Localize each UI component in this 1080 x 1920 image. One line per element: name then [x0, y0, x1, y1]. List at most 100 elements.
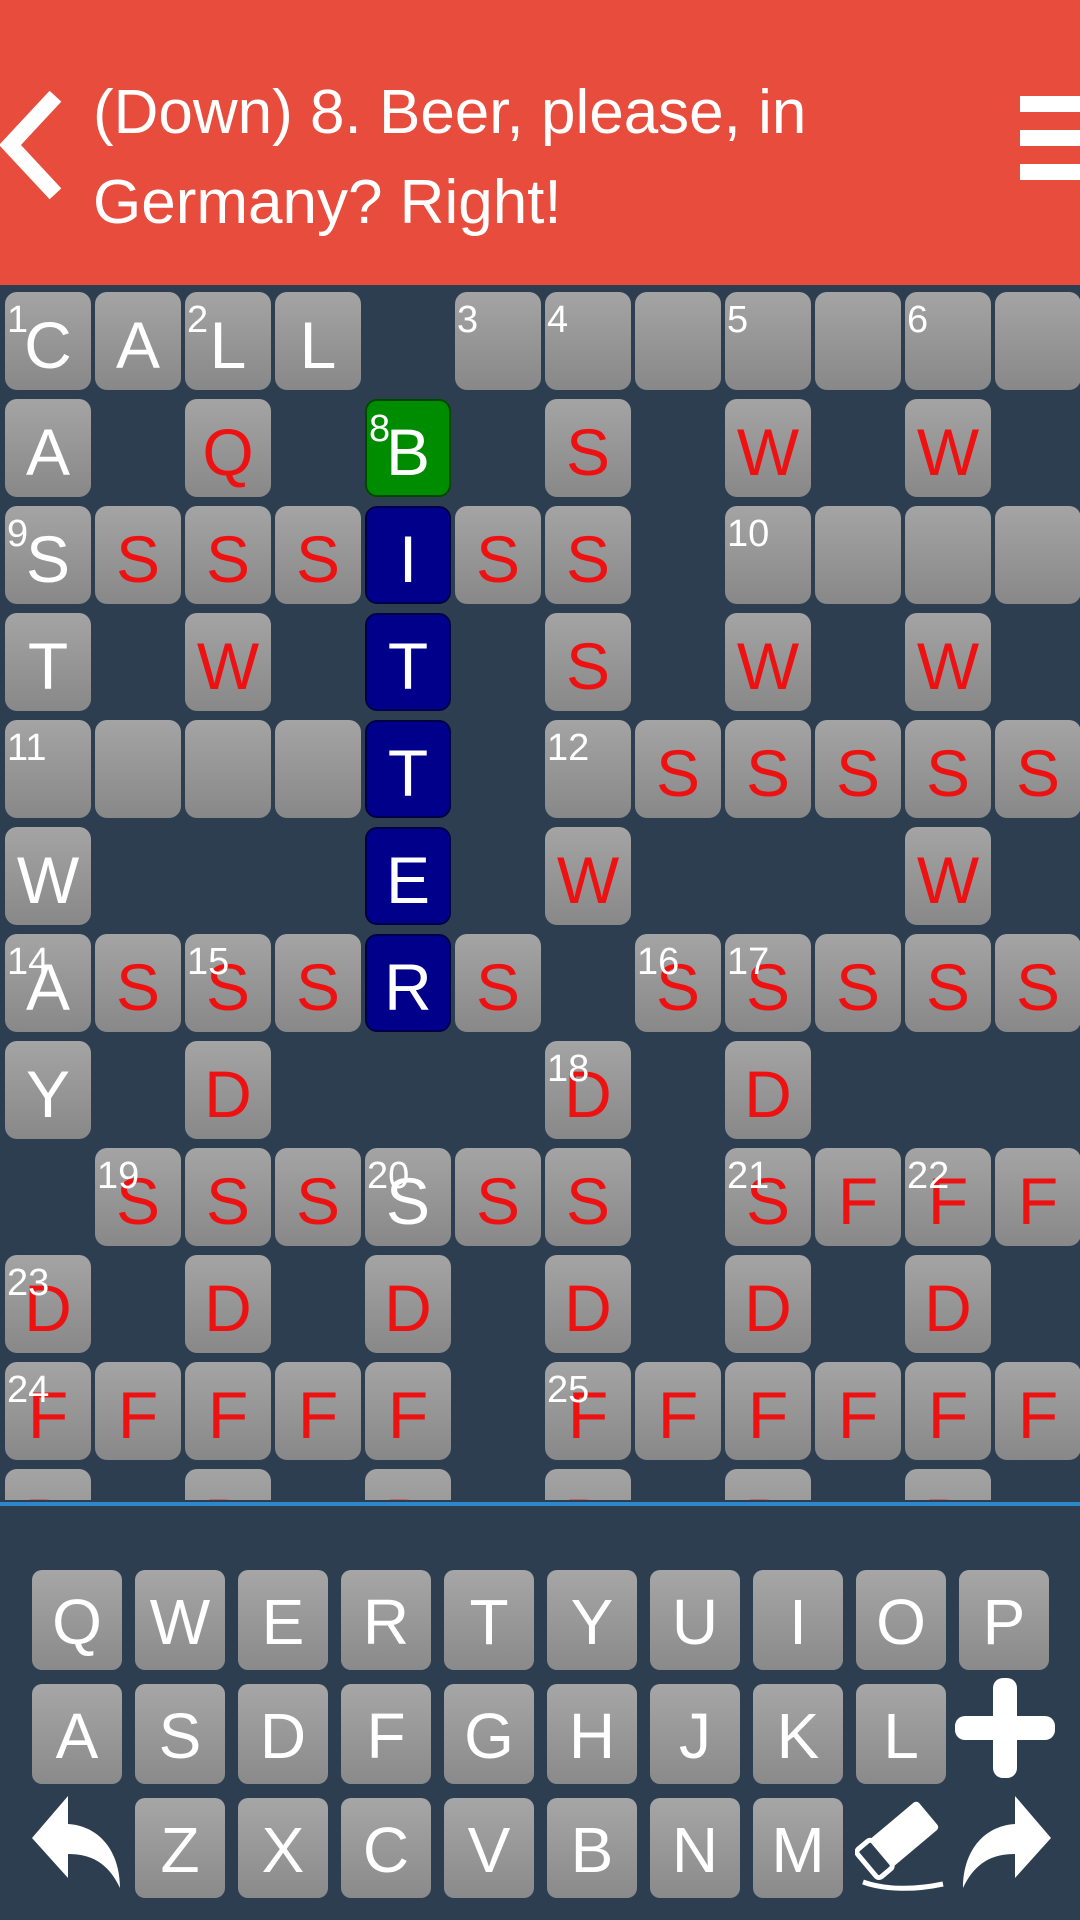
grid-cell[interactable]: F: [815, 1148, 901, 1246]
grid-cell[interactable]: 3: [455, 292, 541, 390]
grid-cell[interactable]: I: [365, 506, 451, 604]
back-button[interactable]: [0, 90, 70, 200]
grid-cell[interactable]: S: [455, 1148, 541, 1246]
grid-cell[interactable]: S: [95, 934, 181, 1032]
grid-cell[interactable]: E: [365, 827, 451, 925]
grid-cell[interactable]: F: [185, 1362, 271, 1460]
grid-cell[interactable]: W: [905, 399, 991, 497]
grid-cell[interactable]: S: [815, 934, 901, 1032]
erase-button[interactable]: [854, 1786, 950, 1896]
grid-cell[interactable]: [815, 506, 901, 604]
grid-cell[interactable]: S: [905, 934, 991, 1032]
grid-cell[interactable]: 5: [725, 292, 811, 390]
key-l[interactable]: L: [856, 1684, 946, 1784]
grid-cell[interactable]: A: [95, 292, 181, 390]
key-s[interactable]: S: [135, 1684, 225, 1784]
grid-cell[interactable]: Y: [5, 1041, 91, 1139]
grid-cell[interactable]: C1: [5, 292, 91, 390]
grid-cell[interactable]: W: [725, 399, 811, 497]
key-d[interactable]: D: [238, 1684, 328, 1784]
grid-cell[interactable]: W: [545, 827, 631, 925]
grid-cell[interactable]: F: [995, 1362, 1080, 1460]
grid-cell[interactable]: 6: [905, 292, 991, 390]
grid-cell[interactable]: D: [905, 1255, 991, 1353]
key-w[interactable]: W: [135, 1570, 225, 1670]
grid-cell[interactable]: S: [185, 1148, 271, 1246]
key-i[interactable]: I: [753, 1570, 843, 1670]
key-e[interactable]: E: [238, 1570, 328, 1670]
grid-cell[interactable]: F: [905, 1362, 991, 1460]
grid-cell[interactable]: D: [545, 1469, 631, 1500]
grid-cell[interactable]: B8: [365, 399, 451, 497]
grid-cell[interactable]: S: [995, 720, 1080, 818]
grid-cell[interactable]: L2: [185, 292, 271, 390]
grid-cell[interactable]: S: [725, 720, 811, 818]
grid-cell[interactable]: S: [185, 506, 271, 604]
grid-cell[interactable]: D: [5, 1469, 91, 1500]
grid-cell[interactable]: D: [365, 1255, 451, 1353]
grid-cell[interactable]: D: [725, 1041, 811, 1139]
grid-cell[interactable]: S 20: [365, 1148, 451, 1246]
key-r[interactable]: R: [341, 1570, 431, 1670]
grid-cell[interactable]: S: [905, 720, 991, 818]
grid-cell[interactable]: A 14: [5, 934, 91, 1032]
grid-cell[interactable]: W: [5, 827, 91, 925]
grid-cell[interactable]: S: [455, 506, 541, 604]
grid-cell[interactable]: D: [185, 1469, 271, 1500]
grid-cell[interactable]: 11: [5, 720, 91, 818]
grid-cell[interactable]: T: [365, 720, 451, 818]
add-button[interactable]: [955, 1678, 1055, 1778]
grid-cell[interactable]: S9: [5, 506, 91, 604]
grid-cell[interactable]: S 15: [185, 934, 271, 1032]
redo-button[interactable]: [955, 1792, 1055, 1892]
grid-cell[interactable]: F 22: [905, 1148, 991, 1246]
key-v[interactable]: V: [444, 1798, 534, 1898]
grid-cell[interactable]: F 25: [545, 1362, 631, 1460]
grid-cell[interactable]: W: [725, 613, 811, 711]
grid-cell[interactable]: F: [725, 1362, 811, 1460]
grid-cell[interactable]: S: [815, 720, 901, 818]
key-n[interactable]: N: [650, 1798, 740, 1898]
grid-cell[interactable]: S: [545, 1148, 631, 1246]
grid-cell[interactable]: S: [635, 720, 721, 818]
grid-cell[interactable]: L: [275, 292, 361, 390]
grid-cell[interactable]: A: [5, 399, 91, 497]
key-k[interactable]: K: [753, 1684, 843, 1784]
grid-cell[interactable]: [635, 292, 721, 390]
grid-cell[interactable]: S: [545, 399, 631, 497]
key-b[interactable]: B: [547, 1798, 637, 1898]
grid-cell[interactable]: S 19: [95, 1148, 181, 1246]
grid-cell[interactable]: 10: [725, 506, 811, 604]
key-x[interactable]: X: [238, 1798, 328, 1898]
key-z[interactable]: Z: [135, 1798, 225, 1898]
grid-cell[interactable]: F: [995, 1148, 1080, 1246]
grid-cell[interactable]: S: [545, 613, 631, 711]
key-f[interactable]: F: [341, 1684, 431, 1784]
grid-cell[interactable]: F: [275, 1362, 361, 1460]
grid-cell[interactable]: [185, 720, 271, 818]
grid-cell[interactable]: F: [635, 1362, 721, 1460]
grid-cell[interactable]: 12: [545, 720, 631, 818]
grid-cell[interactable]: [995, 292, 1080, 390]
grid-cell[interactable]: [815, 292, 901, 390]
grid-cell[interactable]: F: [815, 1362, 901, 1460]
grid-cell[interactable]: D: [725, 1255, 811, 1353]
key-o[interactable]: O: [856, 1570, 946, 1670]
grid-cell[interactable]: W: [905, 827, 991, 925]
key-t[interactable]: T: [444, 1570, 534, 1670]
grid-cell[interactable]: D: [905, 1469, 991, 1500]
grid-cell[interactable]: D: [365, 1469, 451, 1500]
key-q[interactable]: Q: [32, 1570, 122, 1670]
grid-cell[interactable]: S: [275, 506, 361, 604]
key-u[interactable]: U: [650, 1570, 740, 1670]
grid-cell[interactable]: T: [365, 613, 451, 711]
grid-cell[interactable]: Q: [185, 399, 271, 497]
grid-cell[interactable]: F 24: [5, 1362, 91, 1460]
grid-cell[interactable]: S: [455, 934, 541, 1032]
grid-cell[interactable]: S 17: [725, 934, 811, 1032]
menu-button[interactable]: [1020, 92, 1080, 202]
grid-cell[interactable]: S: [275, 1148, 361, 1246]
grid-cell[interactable]: R: [365, 934, 451, 1032]
grid-cell[interactable]: S 16: [635, 934, 721, 1032]
key-g[interactable]: G: [444, 1684, 534, 1784]
